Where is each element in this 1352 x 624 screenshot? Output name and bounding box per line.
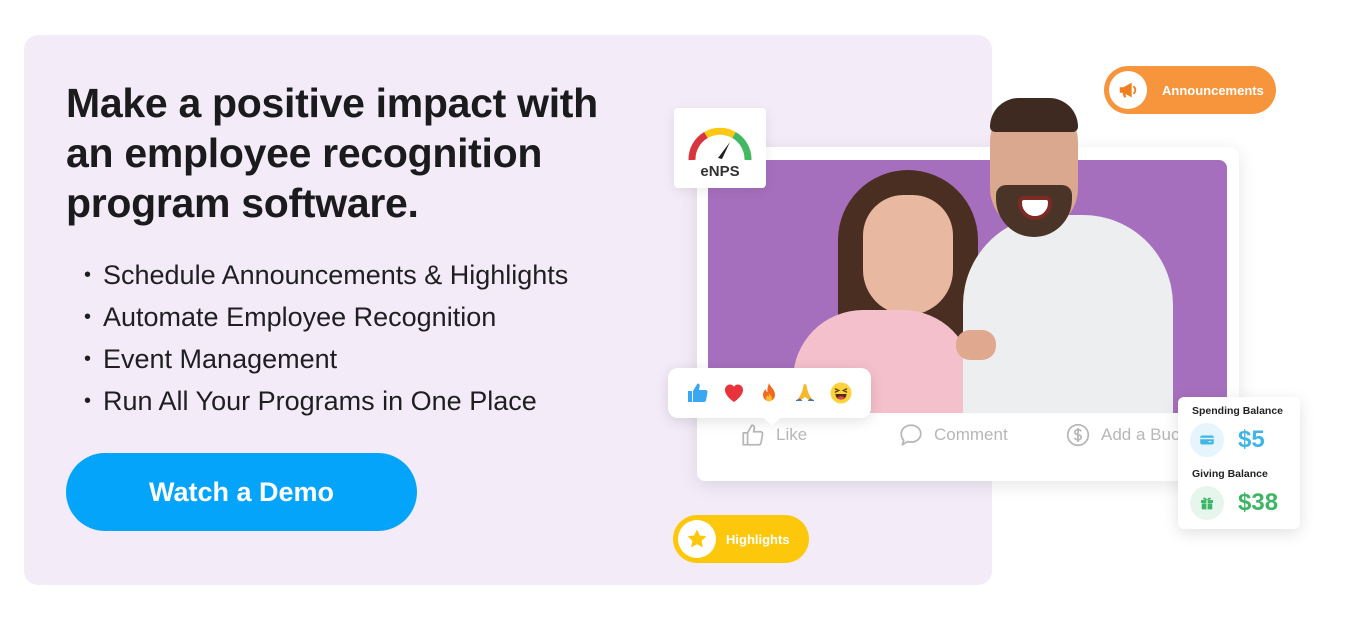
bullet: • <box>84 390 92 412</box>
dollar-coin-icon <box>1066 423 1090 447</box>
star-icon <box>678 520 716 558</box>
headline: Make a positive impact with an employee … <box>66 80 598 226</box>
reaction-laughing[interactable] <box>828 380 854 406</box>
feature-item: • Event Management <box>84 338 568 380</box>
feature-text: Schedule Announcements & Highlights <box>103 260 569 290</box>
feature-text: Event Management <box>103 344 338 374</box>
highlights-label: Highlights <box>726 531 790 547</box>
reactions-popup <box>668 368 871 426</box>
feature-item: • Schedule Announcements & Highlights <box>84 254 568 296</box>
add-buck-label: Add a Buck <box>1101 425 1188 444</box>
enps-widget: eNPS <box>674 108 766 188</box>
reaction-heart[interactable] <box>721 380 747 406</box>
laughing-face-icon <box>830 382 852 404</box>
feature-item: • Automate Employee Recognition <box>84 296 568 338</box>
comment-label: Comment <box>934 425 1008 444</box>
like-button[interactable]: Like <box>740 422 840 448</box>
add-buck-button[interactable]: Add a Buck <box>1065 422 1195 448</box>
reaction-fire[interactable] <box>756 380 782 406</box>
feature-text: Run All Your Programs in One Place <box>103 386 537 416</box>
watch-demo-button[interactable]: Watch a Demo <box>66 453 417 531</box>
announcements-label: Announcements <box>1162 82 1264 98</box>
fist-bump <box>956 330 996 360</box>
feature-list: • Schedule Announcements & Highlights • Au… <box>84 254 568 422</box>
feature-item: • Run All Your Programs in One Place <box>84 380 568 422</box>
giving-balance-title: Giving Balance <box>1192 468 1268 480</box>
praying-hands-icon <box>796 384 815 401</box>
woman-face <box>863 195 953 315</box>
bullet: • <box>84 306 92 328</box>
heart-icon <box>724 384 743 402</box>
megaphone-icon <box>1109 71 1147 109</box>
reaction-praying-hands[interactable] <box>792 380 818 406</box>
highlights-pill[interactable]: Highlights <box>673 515 809 563</box>
credit-card-icon <box>1190 423 1224 457</box>
giving-balance-value: $38 <box>1238 489 1279 516</box>
comment-icon <box>900 424 922 446</box>
feature-text: Automate Employee Recognition <box>103 302 497 332</box>
announcements-pill[interactable]: Announcements <box>1104 66 1276 114</box>
man-hair <box>990 98 1078 132</box>
reaction-thumbs-up[interactable] <box>685 380 711 406</box>
man-hoodie <box>963 215 1173 413</box>
enps-label: eNPS <box>700 163 740 180</box>
gift-icon <box>1190 486 1224 520</box>
spending-balance-title: Spending Balance <box>1192 405 1284 417</box>
fire-icon <box>763 383 776 402</box>
gauge-icon <box>688 127 752 161</box>
bullet: • <box>84 348 92 370</box>
spending-balance-value: $5 <box>1238 426 1265 453</box>
bullet: • <box>84 264 92 286</box>
comment-button[interactable]: Comment <box>898 422 1038 448</box>
like-label: Like <box>776 425 808 444</box>
balance-card: Spending Balance $5 Giving Balance $38 <box>1178 397 1300 529</box>
thumbs-up-icon <box>687 383 708 402</box>
